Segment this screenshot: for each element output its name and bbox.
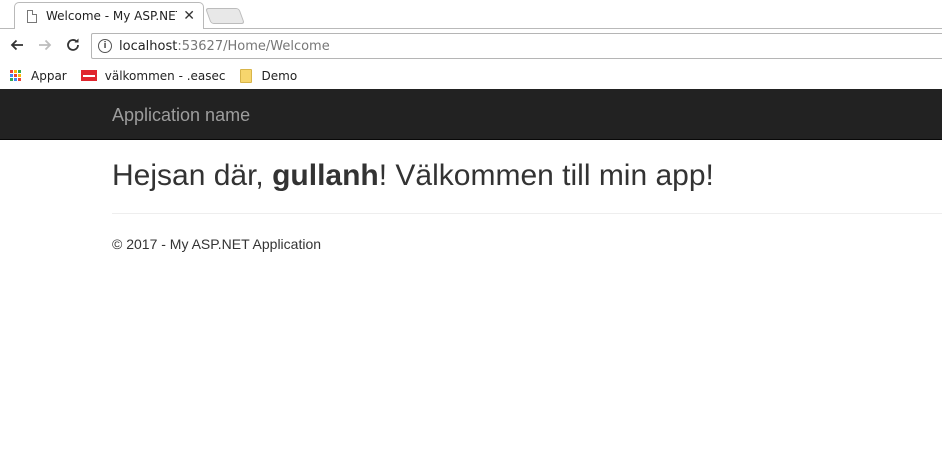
apps-grid-dot	[14, 74, 17, 77]
apps-grid-dot	[18, 70, 21, 73]
bookmark-label: välkommen - .easec	[104, 68, 226, 83]
bookmark-demo[interactable]: Demo	[239, 68, 298, 83]
browser-tab-active[interactable]: Welcome - My ASP.NET Application ✕	[14, 2, 204, 29]
heading-suffix: ! Välkommen till min app!	[378, 159, 714, 192]
apps-grid-icon	[10, 70, 21, 81]
apps-grid-dot	[14, 70, 17, 73]
footer-text: © 2017 - My ASP.NET Application	[112, 236, 322, 252]
apps-grid-dot	[18, 74, 21, 77]
username: gullanh	[272, 159, 379, 192]
apps-grid-dot	[10, 74, 13, 77]
welcome-heading: Hejsan där, gullanh! Välkommen till min …	[112, 159, 714, 193]
url-path: :53627/Home/Welcome	[177, 38, 330, 54]
arrow-right-icon	[39, 39, 52, 51]
bookmarks-bar: Appar välkommen - .easec Demo	[0, 62, 942, 89]
apps-grid-dot	[10, 70, 13, 73]
forward-button[interactable]	[35, 35, 55, 55]
bookmark-label: Appar	[31, 68, 67, 83]
arrow-left-icon	[10, 39, 23, 51]
tab-title: Welcome - My ASP.NET Application	[46, 9, 177, 23]
bookmark-label: Demo	[261, 68, 298, 83]
apps-grid-dot	[14, 78, 17, 81]
bookmark-valkommen[interactable]: välkommen - .easec	[80, 68, 226, 83]
app-navbar: Application name	[0, 89, 942, 140]
navbar-brand-link[interactable]: Application name	[112, 105, 250, 126]
flag-icon	[80, 70, 97, 81]
browser-toolbar: i localhost :53627/Home/Welcome	[0, 29, 942, 62]
apps-grid-dot	[18, 78, 21, 81]
page-content: Application name Hejsan där, gullanh! Vä…	[0, 89, 942, 472]
browser-tabstrip: Welcome - My ASP.NET Application ✕	[0, 0, 942, 29]
url-host: localhost	[119, 38, 178, 54]
info-icon[interactable]: i	[98, 39, 112, 53]
close-tab-icon[interactable]: ✕	[183, 9, 195, 23]
page-icon	[27, 9, 37, 23]
heading-prefix: Hejsan där,	[112, 159, 273, 192]
back-button[interactable]	[7, 35, 27, 55]
bookmark-apps[interactable]: Appar	[0, 69, 67, 83]
address-bar[interactable]: i localhost :53627/Home/Welcome	[91, 33, 942, 59]
new-tab-button[interactable]	[205, 8, 245, 24]
folder-icon	[239, 68, 252, 83]
footer-divider	[112, 213, 942, 214]
reload-button[interactable]	[63, 35, 83, 55]
apps-grid-dot	[10, 78, 13, 81]
reload-icon	[67, 38, 79, 51]
